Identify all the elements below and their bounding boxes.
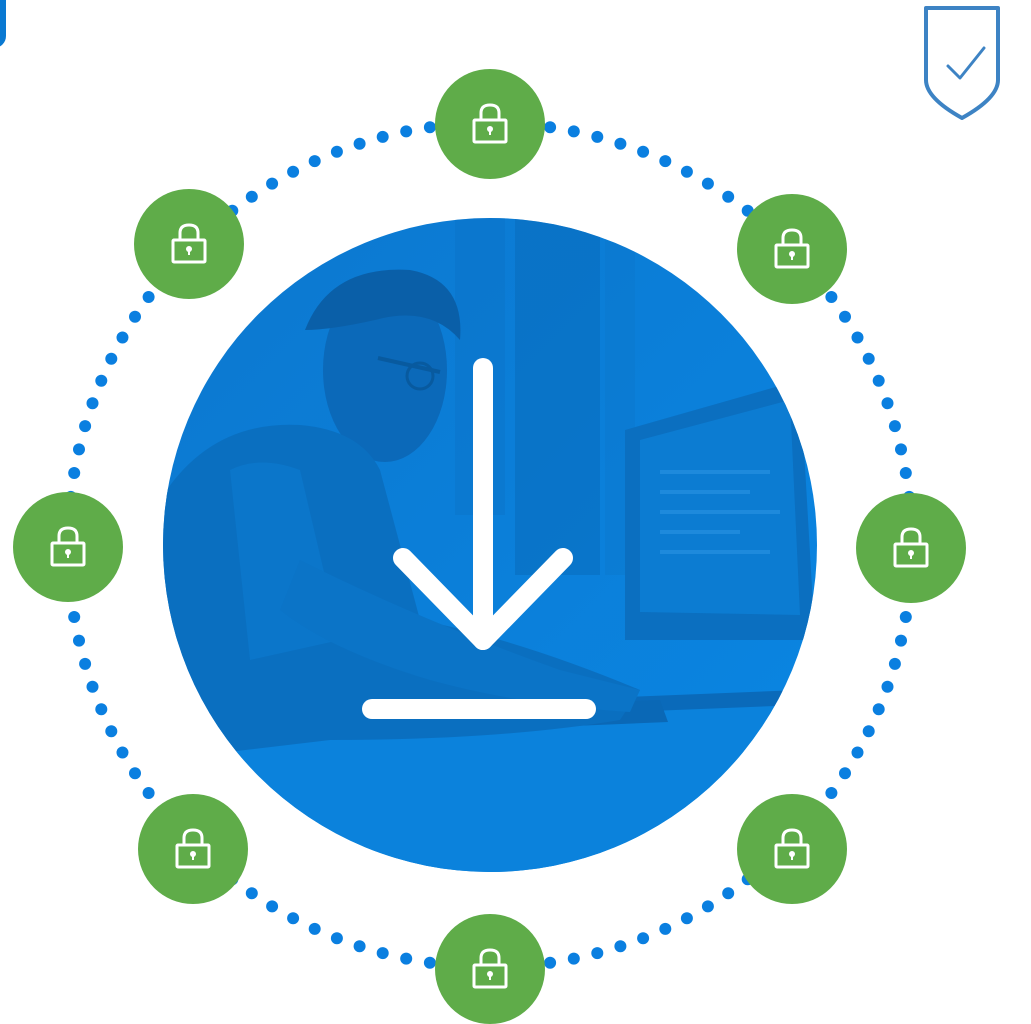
ring-dot bbox=[680, 912, 693, 925]
ring-dot bbox=[353, 940, 366, 953]
ring-dot bbox=[79, 420, 92, 433]
ring-dot bbox=[839, 767, 851, 780]
central-photo-circle bbox=[163, 218, 817, 872]
ring-dot bbox=[353, 137, 366, 150]
ring-dot bbox=[825, 291, 838, 303]
ring-dot bbox=[105, 725, 118, 738]
ring-dot bbox=[895, 634, 907, 647]
ring-dot bbox=[95, 703, 108, 716]
lock-node[interactable] bbox=[435, 69, 545, 179]
ring-dot bbox=[680, 165, 693, 178]
ring-dot bbox=[266, 177, 279, 190]
ring-dot bbox=[95, 374, 108, 387]
ring-dot bbox=[330, 932, 343, 945]
ring-dot bbox=[79, 657, 92, 670]
ring-dot bbox=[637, 145, 650, 158]
ring-dot bbox=[245, 887, 258, 900]
padlock-icon bbox=[50, 526, 86, 567]
ring-dot bbox=[330, 145, 343, 158]
ring-dot bbox=[614, 137, 627, 150]
ring-dot bbox=[659, 155, 672, 168]
ring-dot bbox=[659, 922, 672, 935]
ring-dot bbox=[266, 900, 279, 913]
ring-dot bbox=[839, 310, 851, 323]
ring-dot bbox=[872, 374, 885, 387]
padlock-icon bbox=[472, 103, 508, 144]
ring-dot bbox=[287, 912, 300, 925]
ring-dot bbox=[888, 657, 901, 670]
padlock-icon bbox=[175, 828, 211, 869]
security-download-illustration bbox=[0, 0, 1031, 1024]
ring-dot bbox=[872, 703, 885, 716]
lock-node[interactable] bbox=[138, 794, 248, 904]
ring-dot bbox=[888, 420, 901, 433]
ring-dot bbox=[567, 125, 580, 138]
ring-dot bbox=[591, 947, 604, 960]
ring-dot bbox=[862, 352, 875, 365]
ring-dot bbox=[544, 956, 557, 969]
ring-dot bbox=[308, 922, 321, 935]
ring-dot bbox=[851, 746, 864, 759]
ring-dot bbox=[376, 130, 389, 143]
ring-dot bbox=[567, 952, 580, 965]
ring-dot bbox=[862, 725, 875, 738]
ring-dot bbox=[308, 155, 321, 168]
ring-dot bbox=[68, 467, 81, 479]
ring-dot bbox=[116, 331, 129, 344]
lock-node[interactable] bbox=[737, 194, 847, 304]
lock-node[interactable] bbox=[13, 492, 123, 602]
ring-dot bbox=[899, 611, 912, 623]
ring-dot bbox=[86, 397, 99, 410]
padlock-icon bbox=[774, 228, 810, 269]
ring-dot bbox=[825, 787, 838, 799]
padlock-icon bbox=[171, 223, 207, 264]
ring-dot bbox=[881, 397, 894, 410]
ring-dot bbox=[614, 940, 627, 953]
ring-dot bbox=[701, 900, 714, 913]
ring-dot bbox=[722, 887, 735, 900]
ring-dot bbox=[895, 443, 907, 456]
lock-node[interactable] bbox=[435, 914, 545, 1024]
ring-dot bbox=[851, 331, 864, 344]
ring-dot bbox=[400, 125, 413, 138]
ring-dot bbox=[591, 130, 604, 143]
ring-dot bbox=[544, 121, 557, 134]
ring-dot bbox=[287, 165, 300, 178]
ring-dot bbox=[245, 190, 258, 203]
ring-dot bbox=[637, 932, 650, 945]
ring-dot bbox=[129, 310, 141, 323]
ring-dot bbox=[376, 947, 389, 960]
padlock-icon bbox=[774, 828, 810, 869]
padlock-icon bbox=[472, 948, 508, 989]
lock-node[interactable] bbox=[134, 189, 244, 299]
ring-dot bbox=[701, 177, 714, 190]
lock-node[interactable] bbox=[856, 493, 966, 603]
padlock-icon bbox=[893, 527, 929, 568]
ring-dot bbox=[68, 611, 81, 623]
ring-dot bbox=[86, 680, 99, 693]
ring-dot bbox=[142, 787, 155, 799]
ring-dot bbox=[105, 352, 118, 365]
ring-dot bbox=[142, 291, 155, 303]
ring-dot bbox=[73, 634, 85, 647]
ring-dot bbox=[129, 767, 141, 780]
ring-dot bbox=[881, 680, 894, 693]
ring-dot bbox=[116, 746, 129, 759]
ring-dot bbox=[73, 443, 85, 456]
ring-dot bbox=[722, 190, 735, 203]
ring-dot bbox=[400, 952, 413, 965]
lock-node[interactable] bbox=[737, 794, 847, 904]
ring-dot bbox=[899, 467, 912, 479]
